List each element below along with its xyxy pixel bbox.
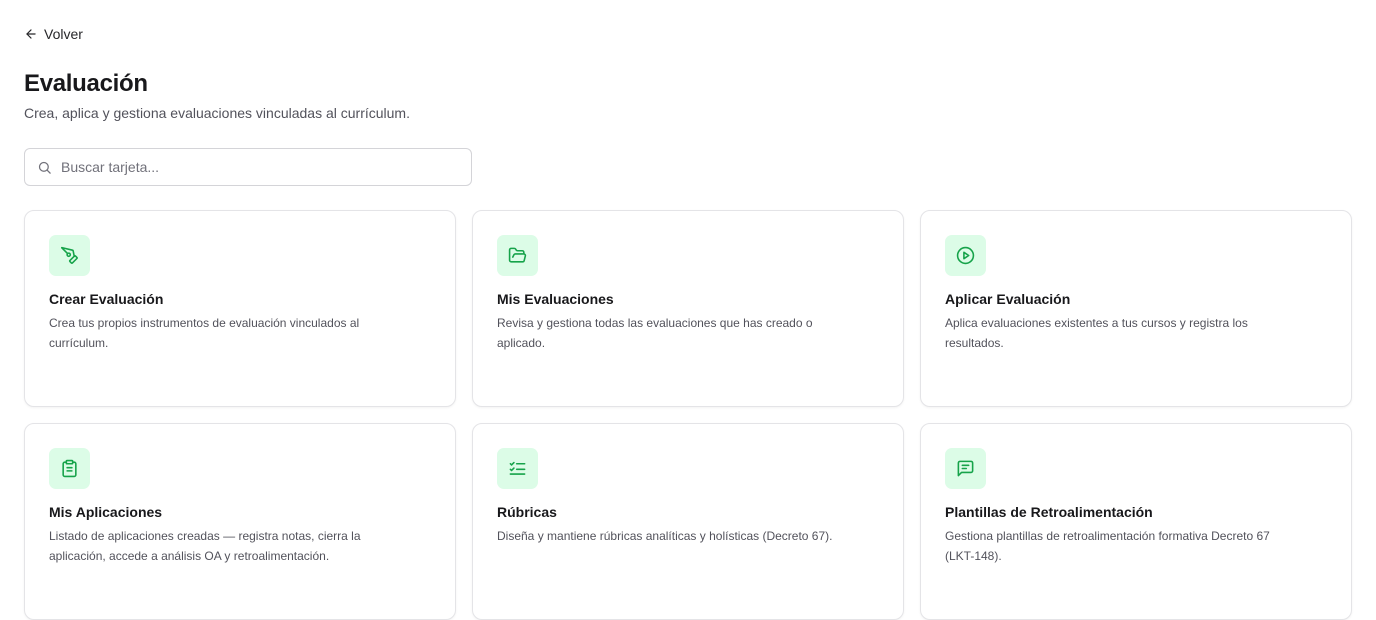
card-description: Gestiona plantillas de retroalimentación… xyxy=(945,529,1270,563)
card-icon-container xyxy=(945,448,986,489)
card-description: Aplica evaluaciones existentes a tus cur… xyxy=(945,316,1248,350)
card-crear-evaluacion[interactable]: Crear Evaluación Crea tus propios instru… xyxy=(24,210,456,407)
evaluation-page: Volver Evaluación Crea, aplica y gestion… xyxy=(0,0,1376,620)
card-grid: Crear Evaluación Crea tus propios instru… xyxy=(24,210,1352,620)
card-rubricas[interactable]: Rúbricas Diseña y mantiene rúbricas anal… xyxy=(472,423,904,620)
card-icon-container xyxy=(497,448,538,489)
message-square-text-icon xyxy=(957,460,974,477)
card-title: Plantillas de Retroalimentación xyxy=(945,504,1153,520)
play-circle-icon xyxy=(956,246,975,265)
card-icon-container xyxy=(945,235,986,276)
card-description: Listado de aplicaciones creadas — regist… xyxy=(49,529,361,563)
card-icon-container xyxy=(49,448,90,489)
page-title: Evaluación xyxy=(24,70,148,97)
back-link-label: Volver xyxy=(44,26,83,42)
card-icon-container xyxy=(497,235,538,276)
search-input[interactable] xyxy=(61,159,441,175)
back-link[interactable]: Volver xyxy=(24,24,83,44)
card-plantillas-retroalimentacion[interactable]: Plantillas de Retroalimentación Gestiona… xyxy=(920,423,1352,620)
card-aplicar-evaluacion[interactable]: Aplicar Evaluación Aplica evaluaciones e… xyxy=(920,210,1352,407)
clipboard-list-icon xyxy=(62,459,77,478)
card-mis-aplicaciones[interactable]: Mis Aplicaciones Listado de aplicaciones… xyxy=(24,423,456,620)
pen-tool-icon xyxy=(61,246,78,264)
card-title: Mis Aplicaciones xyxy=(49,504,163,520)
card-title: Crear Evaluación xyxy=(49,291,164,307)
arrow-left-icon xyxy=(26,29,36,39)
card-title: Aplicar Evaluación xyxy=(945,291,1071,307)
card-mis-evaluaciones[interactable]: Mis Evaluaciones Revisa y gestiona todas… xyxy=(472,210,904,407)
page-subtitle: Crea, aplica y gestiona evaluaciones vin… xyxy=(24,105,410,121)
card-description: Diseña y mantiene rúbricas analíticas y … xyxy=(497,529,833,543)
folder-open-icon xyxy=(508,247,527,263)
search-icon xyxy=(38,161,51,174)
search-box xyxy=(24,148,472,186)
card-title: Mis Evaluaciones xyxy=(497,291,614,307)
list-checks-icon xyxy=(509,461,526,475)
card-title: Rúbricas xyxy=(497,504,557,520)
card-description: Revisa y gestiona todas las evaluaciones… xyxy=(497,316,813,350)
card-description: Crea tus propios instrumentos de evaluac… xyxy=(49,316,360,350)
card-icon-container xyxy=(49,235,90,276)
